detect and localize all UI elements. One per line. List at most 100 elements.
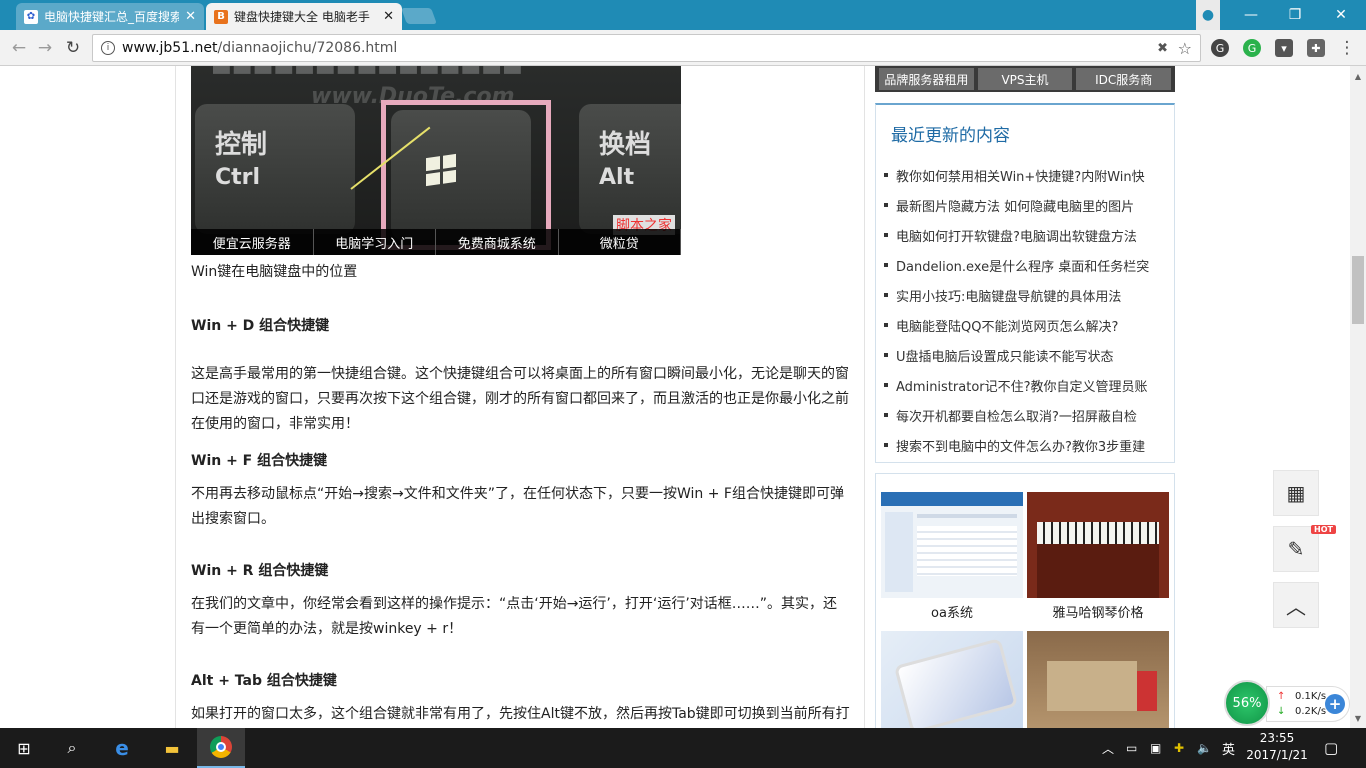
- recent-item-link[interactable]: 最新图片隐藏方法 如何隐藏电脑里的图片: [884, 190, 1159, 220]
- tab-title: 电脑快捷键汇总_百度搜索: [44, 10, 180, 24]
- upload-arrow-icon: ↑: [1277, 691, 1286, 702]
- volume-icon[interactable]: 🔈: [1197, 728, 1212, 768]
- section-heading: Alt + Tab 组合快捷键: [191, 673, 337, 689]
- accelerate-plus-button[interactable]: +: [1325, 694, 1345, 714]
- extension-grammarly-icon[interactable]: G: [1243, 39, 1261, 57]
- service-link[interactable]: VPS主机: [977, 68, 1073, 90]
- menu-dots-icon[interactable]: ⋮: [1336, 37, 1358, 59]
- memory-percent: 56%: [1232, 695, 1262, 711]
- yamaha-piano-thumbnail[interactable]: [1027, 492, 1169, 598]
- scroll-up-arrow-icon[interactable]: ▲: [1350, 68, 1366, 84]
- action-center-icon[interactable]: ▢: [1324, 728, 1338, 768]
- ad-link[interactable]: 便宜云服务器: [191, 229, 314, 255]
- browser-toolbar: ← → ↻ i www.jb51.net/diannaojichu/72086.…: [0, 30, 1366, 66]
- close-window-button[interactable]: ✕: [1318, 0, 1364, 30]
- minimize-button[interactable]: —: [1228, 0, 1274, 30]
- baidu-paw-icon: ✿: [24, 9, 38, 24]
- windows-start-icon[interactable]: ⊞: [0, 728, 48, 768]
- chrome-taskbar-button[interactable]: [197, 728, 245, 768]
- section-heading: Win + F 组合快捷键: [191, 453, 328, 469]
- back-arrow-icon[interactable]: ←: [8, 37, 30, 59]
- qr-code-icon: ▦: [1286, 481, 1306, 505]
- search-icon[interactable]: ⌕: [48, 728, 96, 768]
- movers-thumbnail[interactable]: [1027, 631, 1169, 728]
- new-tab-button[interactable]: [401, 8, 437, 24]
- extension-pocket-icon[interactable]: ▾: [1275, 39, 1293, 57]
- file-explorer-icon[interactable]: ▬: [148, 728, 196, 768]
- taskbar-clock[interactable]: 23:55 2017/1/21: [1240, 730, 1314, 764]
- win-key-highlight-box: [381, 100, 551, 250]
- recent-item-link[interactable]: U盘插电脑后设置成只能读不能写状态: [884, 340, 1159, 370]
- ctrl-key-zh: 控制: [215, 130, 268, 160]
- security-app-icon[interactable]: ✚: [1174, 728, 1184, 768]
- network-icon[interactable]: ▣: [1150, 728, 1161, 768]
- ctrl-key: 控制 Ctrl: [195, 104, 355, 234]
- restore-button[interactable]: ❐: [1272, 0, 1318, 30]
- image-caption: Win键在电脑键盘中的位置: [191, 264, 358, 280]
- page-scrollbar[interactable]: [1350, 66, 1366, 728]
- ctrl-key-en: Ctrl: [215, 165, 261, 190]
- close-tab-icon[interactable]: ✕: [185, 9, 196, 24]
- keyboard-photo: ■■■■■■■■■■■■■■■ www.DuoTe.com 控制 Ctrl 换档…: [191, 66, 681, 255]
- service-link[interactable]: 品牌服务器租用: [879, 68, 974, 90]
- image-ad-bar: 便宜云服务器 电脑学习入门 免费商城系统 微粒贷: [191, 229, 681, 255]
- url-text: www.jb51.net/diannaojichu/72086.html: [122, 40, 397, 56]
- section-body: 在我们的文章中，你经常会看到这样的操作提示：“点击‘开始→运行’，打开‘运行’对…: [191, 596, 838, 637]
- browser-tab-strip: ✿ 电脑快捷键汇总_百度搜索 ✕ B 键盘快捷键大全 电脑老手 ✕ ● — ❐ …: [0, 0, 1366, 30]
- picture-label[interactable]: 雅马哈钢琴价格: [1027, 602, 1169, 621]
- section-heading: Win + R 组合快捷键: [191, 563, 329, 579]
- recent-item-link[interactable]: 搜索不到电脑中的文件怎么办?教你3步重建: [884, 430, 1159, 460]
- ad-link[interactable]: 电脑学习入门: [314, 229, 436, 255]
- recent-item-link[interactable]: 每次开机都要自检怎么取消?一招屏蔽自检: [884, 400, 1159, 430]
- scroll-down-arrow-icon[interactable]: ▼: [1350, 710, 1366, 726]
- bookmark-star-icon[interactable]: ☆: [1178, 39, 1192, 58]
- recent-list: 教你如何禁用相关Win+快捷键?内附Win快 最新图片隐藏方法 如何隐藏电脑里的…: [884, 160, 1159, 460]
- qr-code-button[interactable]: ▦: [1273, 470, 1319, 516]
- recent-item-link[interactable]: Dandelion.exe是什么程序 桌面和任务栏突: [884, 250, 1159, 280]
- section-heading: Win + D 组合快捷键: [191, 318, 330, 334]
- ime-indicator[interactable]: 英: [1222, 728, 1235, 768]
- phone-thumbnail[interactable]: [881, 631, 1023, 728]
- battery-icon[interactable]: ▭: [1126, 728, 1137, 768]
- picture-label[interactable]: oa系统: [881, 602, 1023, 621]
- show-hidden-icons[interactable]: ︿: [1102, 728, 1114, 768]
- recent-item-link[interactable]: 电脑如何打开软键盘?电脑调出软键盘方法: [884, 220, 1159, 250]
- profile-icon[interactable]: ●: [1196, 0, 1220, 30]
- chrome-icon: [210, 736, 232, 758]
- oa-system-thumbnail[interactable]: [881, 492, 1023, 598]
- ad-link[interactable]: 免费商城系统: [436, 229, 559, 255]
- ad-link[interactable]: 微粒贷: [559, 229, 681, 255]
- alt-key-zh: 换档: [599, 130, 652, 160]
- recent-item-link[interactable]: Administrator记不住?教你自定义管理员账: [884, 370, 1159, 400]
- url-domain: www.jb51.net: [122, 40, 218, 56]
- tab-jb51-article[interactable]: B 键盘快捷键大全 电脑老手 ✕: [206, 3, 402, 30]
- service-link[interactable]: IDC服务商: [1076, 68, 1172, 90]
- extension-g-icon[interactable]: G: [1211, 39, 1229, 57]
- forward-arrow-icon[interactable]: →: [34, 37, 56, 59]
- recent-item-link[interactable]: 实用小技巧:电脑键盘导航键的具体用法: [884, 280, 1159, 310]
- service-links-bar: 品牌服务器租用 VPS主机 IDC服务商: [875, 66, 1175, 92]
- blocked-popup-icon[interactable]: ✖: [1157, 41, 1168, 56]
- scrollbar-thumb[interactable]: [1352, 256, 1364, 324]
- site-info-icon[interactable]: i: [101, 41, 115, 55]
- clock-date: 2017/1/21: [1246, 748, 1308, 762]
- section-body: 不用再去移动鼠标点“开始→搜索→文件和文件夹”了，在任何状态下，只要一按Win …: [191, 486, 844, 527]
- hot-badge: HOT: [1311, 525, 1336, 534]
- picture-ads-panel: oa系统 雅马哈钢琴价格: [875, 473, 1175, 728]
- windows-taskbar: ⊞ ⌕ e ▬ ︿ ▭ ▣ ✚ 🔈 英 23:55 2017/1/21 ▢: [0, 728, 1366, 768]
- content-right-border: [864, 66, 865, 728]
- address-bar[interactable]: i www.jb51.net/diannaojichu/72086.html ✖…: [92, 34, 1201, 62]
- tab-title: 键盘快捷键大全 电脑老手: [234, 10, 370, 24]
- recent-item-link[interactable]: 教你如何禁用相关Win+快捷键?内附Win快: [884, 160, 1159, 190]
- recent-item-link[interactable]: 电脑能登陆QQ不能浏览网页怎么解决?: [884, 310, 1159, 340]
- tab-baidu-search[interactable]: ✿ 电脑快捷键汇总_百度搜索 ✕: [16, 3, 204, 30]
- edge-browser-icon[interactable]: e: [98, 728, 146, 768]
- memory-usage-gauge[interactable]: 56%: [1224, 680, 1270, 726]
- photo-top-text: ■■■■■■■■■■■■■■■: [211, 66, 523, 77]
- recent-updates-panel: 最近更新的内容 教你如何禁用相关Win+快捷键?内附Win快 最新图片隐藏方法 …: [875, 103, 1175, 463]
- reload-icon[interactable]: ↻: [62, 37, 84, 59]
- back-to-top-button[interactable]: ︿: [1273, 582, 1319, 628]
- download-arrow-icon: ↓: [1277, 706, 1286, 717]
- close-tab-icon[interactable]: ✕: [383, 9, 394, 24]
- extension-puzzle-icon[interactable]: ✚: [1307, 39, 1325, 57]
